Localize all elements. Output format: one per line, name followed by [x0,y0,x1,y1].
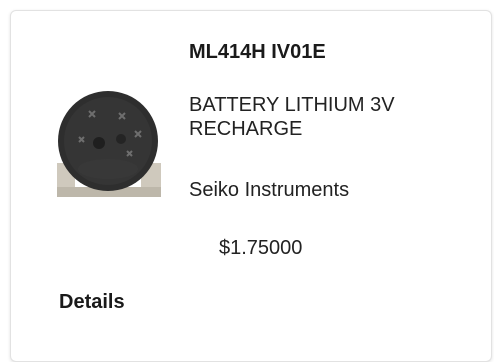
part-number[interactable]: ML414H IV01E [189,41,326,64]
product-price: $1.75000 [219,237,303,259]
battery-image[interactable] [49,91,167,201]
manufacturer-name: Seiko Instruments [189,179,350,201]
battery-mark-dot [93,137,105,149]
battery-mark-dot-2 [116,134,126,144]
details-link[interactable]: Details [59,291,125,314]
product-description: BATTERY LITHIUM 3V RECHARGE [189,94,395,140]
battery-highlight [78,159,138,179]
product-card: ML414H IV01E BATTERY LITHIUM 3V RECHARGE… [10,10,492,362]
